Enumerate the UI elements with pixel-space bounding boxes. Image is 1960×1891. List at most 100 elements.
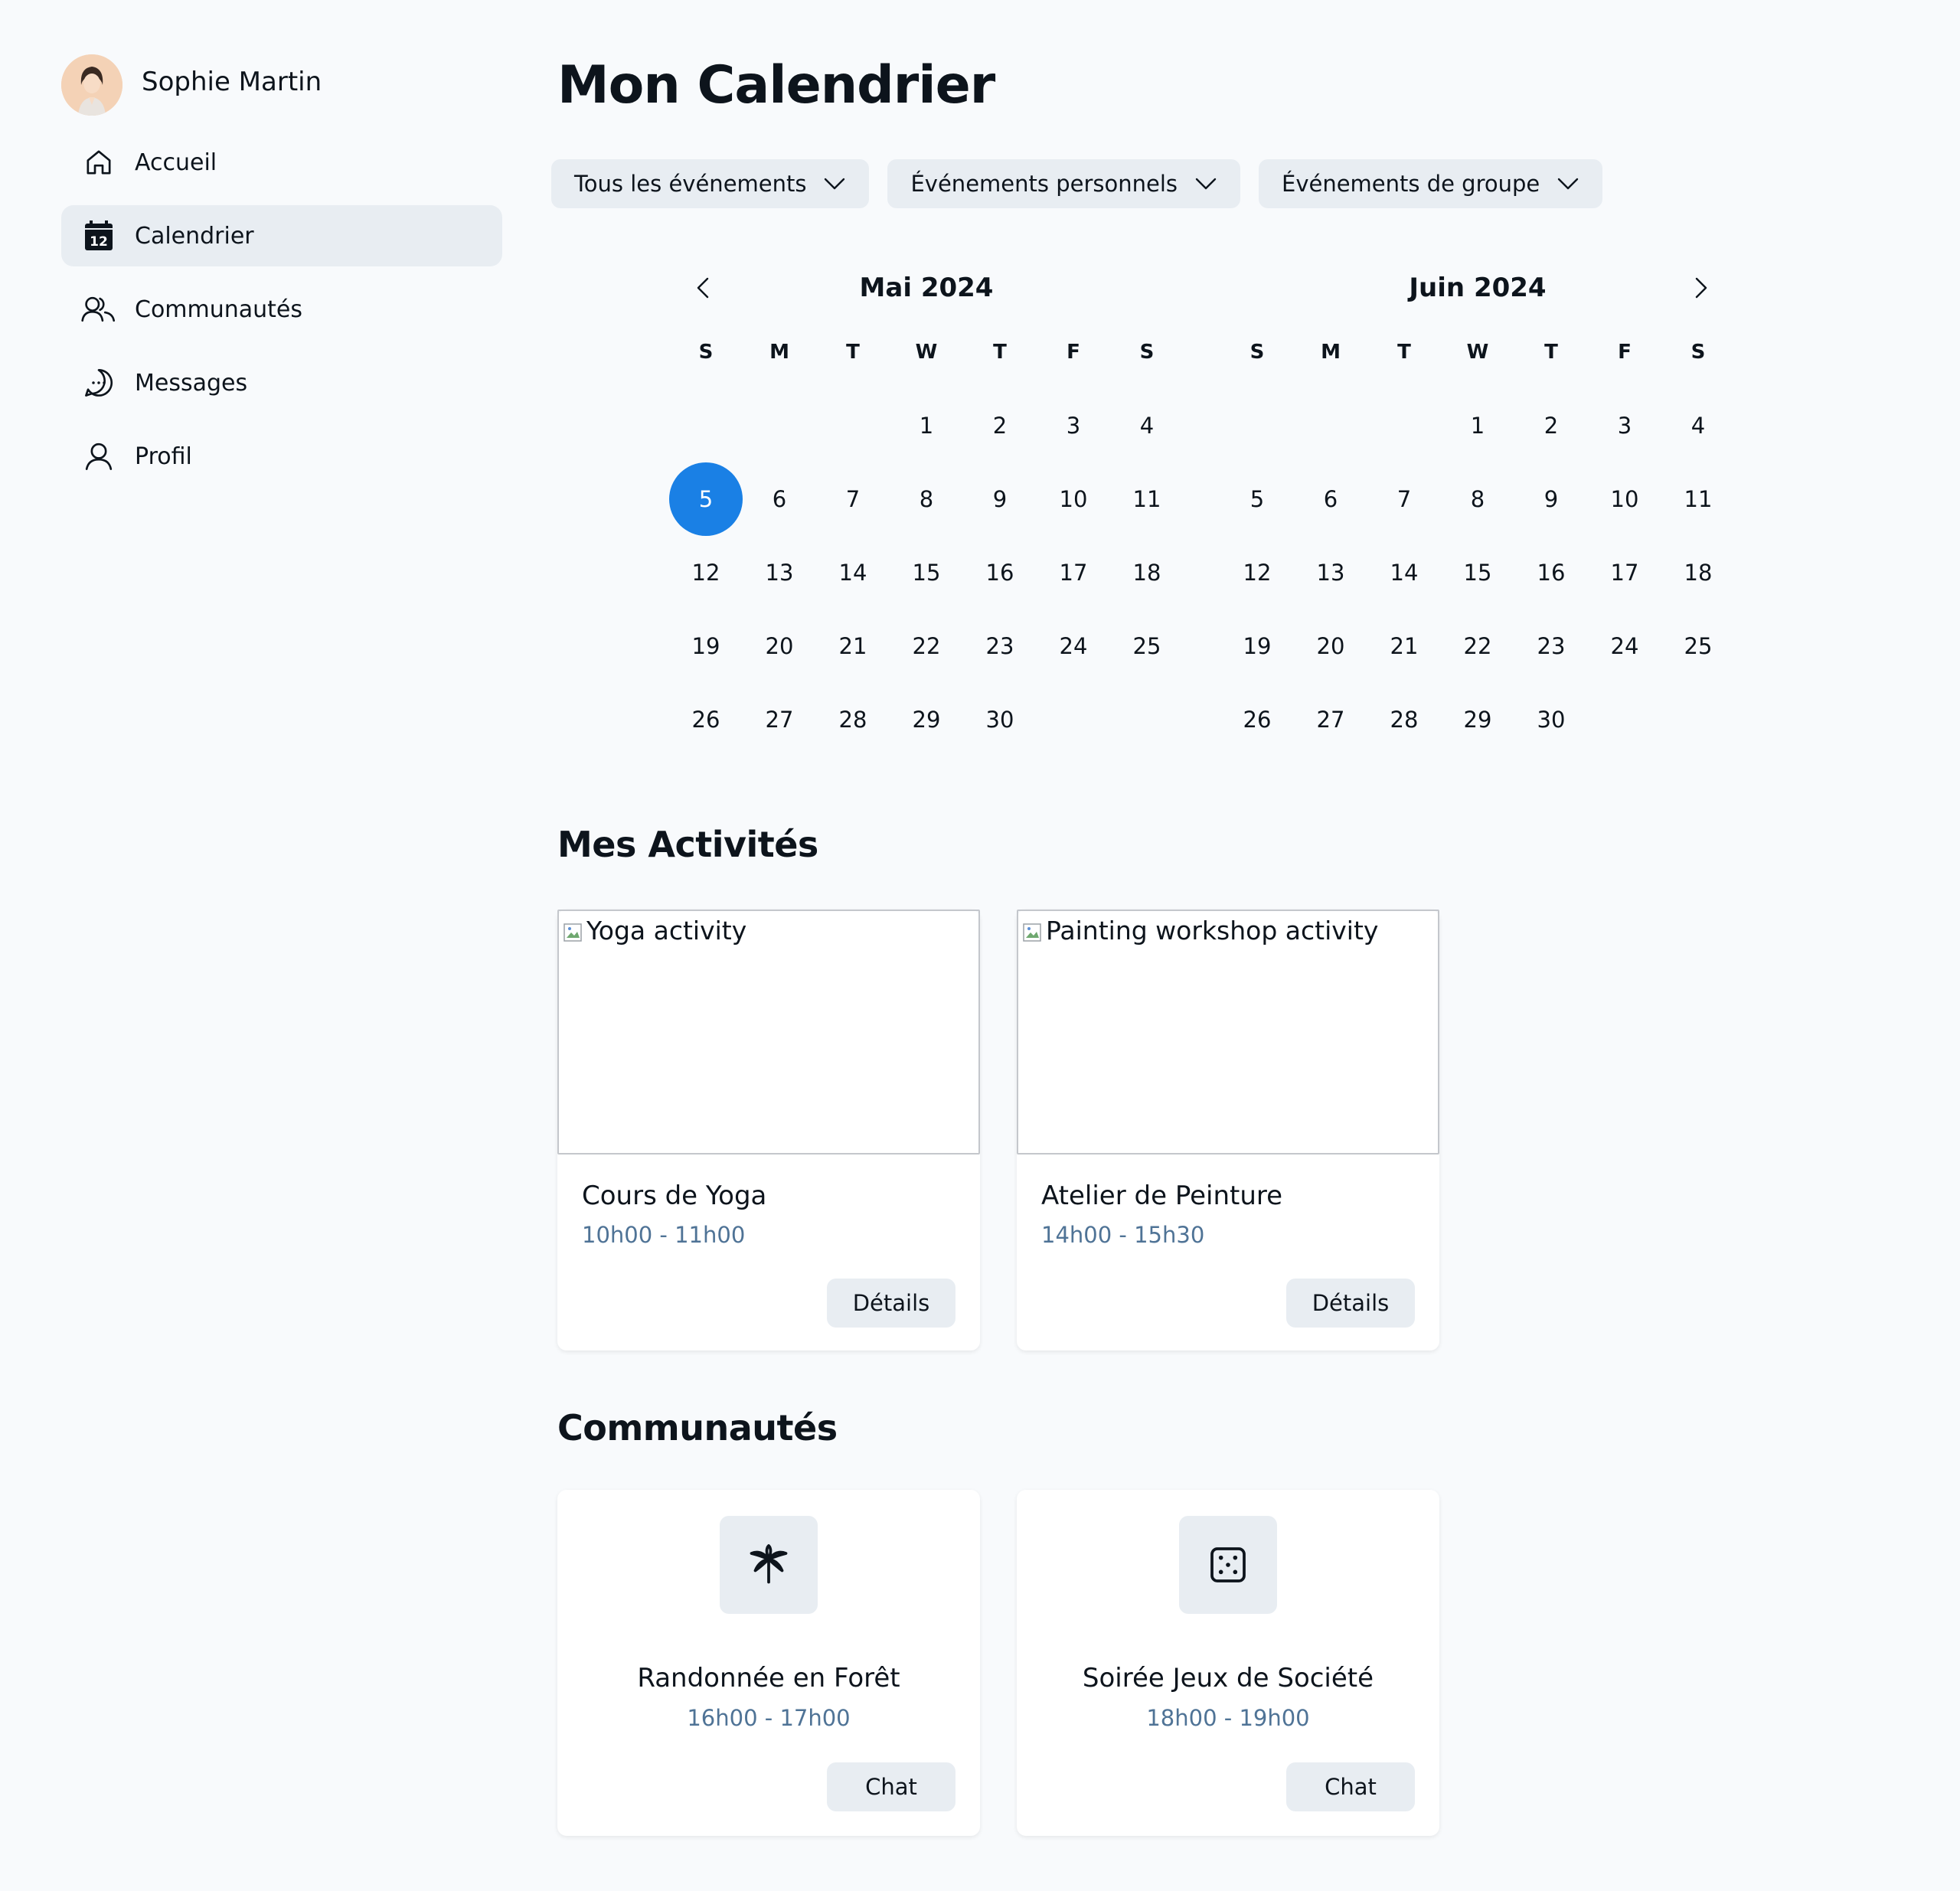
calendar-day[interactable]: 10 bbox=[1037, 462, 1110, 536]
activity-card: Yoga activity Cours de Yoga 10h00 - 11h0… bbox=[557, 910, 980, 1350]
calendar-day[interactable]: 2 bbox=[1514, 389, 1588, 462]
calendar-day[interactable]: 29 bbox=[890, 683, 963, 756]
calendar-day[interactable]: 27 bbox=[1294, 683, 1367, 756]
dice-icon bbox=[1210, 1547, 1246, 1582]
activity-image: Yoga activity bbox=[557, 910, 980, 1155]
calendar-day-number: 3 bbox=[1617, 413, 1632, 439]
calendar-day[interactable]: 24 bbox=[1037, 609, 1110, 683]
month-title: Juin 2024 bbox=[1409, 273, 1547, 303]
calendar-day[interactable]: 23 bbox=[1514, 609, 1588, 683]
calendar-day[interactable]: 21 bbox=[1367, 609, 1441, 683]
calendar-day[interactable]: 18 bbox=[1110, 536, 1184, 609]
filter-group-events-dropdown[interactable]: Événements de groupe bbox=[1259, 159, 1603, 208]
activity-title: Atelier de Peinture bbox=[1041, 1181, 1283, 1211]
calendar-day[interactable]: 13 bbox=[743, 536, 816, 609]
calendar-day[interactable]: 14 bbox=[1367, 536, 1441, 609]
calendar-day-number: 2 bbox=[992, 413, 1008, 439]
calendar-day[interactable]: 25 bbox=[1661, 609, 1735, 683]
community-time: 18h00 - 19h00 bbox=[1146, 1705, 1310, 1731]
calendar-day-number: 30 bbox=[985, 707, 1014, 733]
weekday-label: W bbox=[915, 341, 938, 364]
calendar-day[interactable]: 26 bbox=[669, 683, 743, 756]
calendar-day[interactable]: 6 bbox=[743, 462, 816, 536]
calendar-day[interactable]: 25 bbox=[1110, 609, 1184, 683]
calendar-day[interactable]: 2 bbox=[963, 389, 1037, 462]
sidebar-item-messages[interactable]: Messages bbox=[61, 352, 502, 413]
filter-personal-events-dropdown[interactable]: Événements personnels bbox=[887, 159, 1240, 208]
sidebar-item-profil[interactable]: Profil bbox=[61, 426, 502, 487]
calendar-day[interactable]: 28 bbox=[816, 683, 890, 756]
calendar-day[interactable]: 9 bbox=[963, 462, 1037, 536]
calendar-day[interactable]: 19 bbox=[669, 609, 743, 683]
sidebar-item-calendrier[interactable]: 12 Calendrier bbox=[61, 205, 502, 266]
calendar-day[interactable]: 20 bbox=[1294, 609, 1367, 683]
calendar-day[interactable]: 11 bbox=[1110, 462, 1184, 536]
calendar-day[interactable]: 18 bbox=[1661, 536, 1735, 609]
calendar-day-number: 17 bbox=[1610, 560, 1639, 586]
calendar-day-selected[interactable]: 5 bbox=[669, 462, 743, 536]
user-profile[interactable]: Sophie Martin bbox=[61, 54, 502, 116]
sidebar-item-communautes[interactable]: Communautés bbox=[61, 279, 502, 340]
calendar-day[interactable]: 21 bbox=[816, 609, 890, 683]
calendar-icon-badge: 12 bbox=[90, 234, 108, 250]
calendar-day[interactable]: 5 bbox=[1220, 462, 1294, 536]
calendar-day[interactable]: 27 bbox=[743, 683, 816, 756]
broken-image-icon bbox=[564, 923, 582, 942]
details-button[interactable]: Détails bbox=[827, 1279, 956, 1328]
calendar-day[interactable]: 15 bbox=[890, 536, 963, 609]
filter-all-events-dropdown[interactable]: Tous les événements bbox=[551, 159, 870, 208]
calendar-day[interactable]: 11 bbox=[1661, 462, 1735, 536]
calendar-day[interactable]: 7 bbox=[1367, 462, 1441, 536]
chat-button[interactable]: Chat bbox=[1286, 1762, 1415, 1811]
calendar-day[interactable]: 8 bbox=[1441, 462, 1514, 536]
calendar-day[interactable]: 20 bbox=[743, 609, 816, 683]
weekday-label: F bbox=[1618, 341, 1632, 364]
calendar-day[interactable]: 17 bbox=[1037, 536, 1110, 609]
calendar-day-number: 8 bbox=[919, 486, 934, 512]
calendar-day[interactable]: 8 bbox=[890, 462, 963, 536]
next-month-button[interactable] bbox=[1684, 271, 1718, 305]
calendar-day-number: 26 bbox=[691, 707, 720, 733]
calendar-day[interactable]: 23 bbox=[963, 609, 1037, 683]
calendar-day[interactable]: 30 bbox=[1514, 683, 1588, 756]
calendar-day[interactable]: 22 bbox=[890, 609, 963, 683]
filter-label: Tous les événements bbox=[574, 171, 807, 197]
calendar-day[interactable]: 6 bbox=[1294, 462, 1367, 536]
calendar-day-number: 10 bbox=[1059, 486, 1088, 512]
calendar-day[interactable]: 14 bbox=[816, 536, 890, 609]
calendar-day[interactable]: 1 bbox=[890, 389, 963, 462]
activity-image: Painting workshop activity bbox=[1017, 910, 1439, 1155]
previous-month-button[interactable] bbox=[686, 271, 720, 305]
calendar-day-number: 4 bbox=[1690, 413, 1706, 439]
calendar-day[interactable]: 17 bbox=[1588, 536, 1661, 609]
calendar-day[interactable]: 24 bbox=[1588, 609, 1661, 683]
calendar-day-number: 21 bbox=[838, 633, 867, 659]
calendar-day-number: 1 bbox=[919, 413, 934, 439]
calendar-day[interactable]: 4 bbox=[1110, 389, 1184, 462]
calendar-day[interactable]: 16 bbox=[1514, 536, 1588, 609]
filter-bar: Tous les événements Événements personnel… bbox=[551, 159, 1621, 208]
details-button[interactable]: Détails bbox=[1286, 1279, 1415, 1328]
sidebar-item-label: Communautés bbox=[135, 296, 303, 323]
calendar-day[interactable]: 3 bbox=[1588, 389, 1661, 462]
sidebar-item-accueil[interactable]: Accueil bbox=[61, 132, 502, 193]
calendar-day[interactable]: 10 bbox=[1588, 462, 1661, 536]
calendar-day[interactable]: 12 bbox=[1220, 536, 1294, 609]
calendar-day[interactable]: 7 bbox=[816, 462, 890, 536]
calendar-day[interactable]: 30 bbox=[963, 683, 1037, 756]
calendar-day[interactable]: 3 bbox=[1037, 389, 1110, 462]
calendar-day[interactable]: 13 bbox=[1294, 536, 1367, 609]
calendar-day[interactable]: 28 bbox=[1367, 683, 1441, 756]
calendar-day[interactable]: 1 bbox=[1441, 389, 1514, 462]
calendar-day[interactable]: 26 bbox=[1220, 683, 1294, 756]
calendar-day[interactable]: 9 bbox=[1514, 462, 1588, 536]
calendar-day[interactable]: 4 bbox=[1661, 389, 1735, 462]
calendar-day[interactable]: 15 bbox=[1441, 536, 1514, 609]
calendar-day[interactable]: 12 bbox=[669, 536, 743, 609]
calendar-day[interactable]: 29 bbox=[1441, 683, 1514, 756]
calendar-day[interactable]: 22 bbox=[1441, 609, 1514, 683]
calendar-day-number: 20 bbox=[1316, 633, 1345, 659]
calendar-day[interactable]: 16 bbox=[963, 536, 1037, 609]
calendar-day[interactable]: 19 bbox=[1220, 609, 1294, 683]
chat-button[interactable]: Chat bbox=[827, 1762, 956, 1811]
